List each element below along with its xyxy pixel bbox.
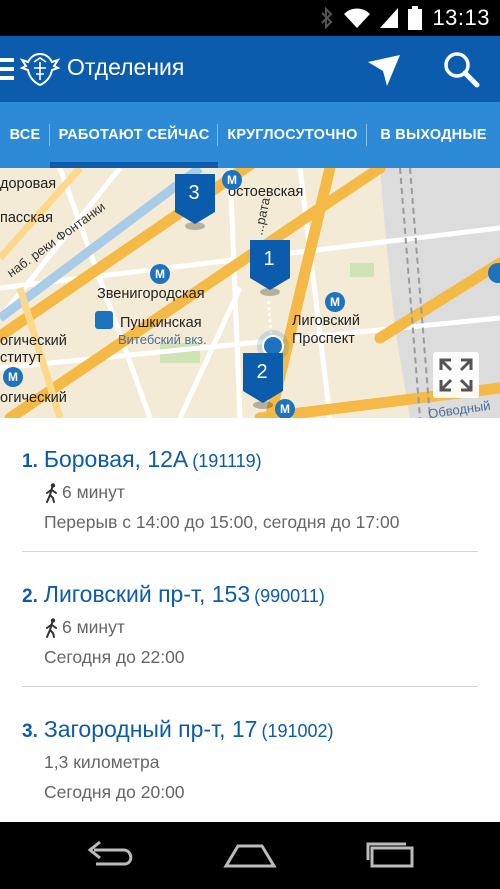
office-number: 3. (22, 721, 38, 742)
office-title: 3. Загородный пр-т, 17 (191002) (22, 716, 478, 743)
page-title: Отделения (67, 54, 185, 80)
office-zip: (191002) (261, 721, 334, 741)
office-distance: 1,3 километра (44, 752, 478, 773)
office-distance: 6 минут (44, 482, 478, 503)
office-distance-text: 6 минут (62, 482, 125, 502)
metro-icon[interactable]: М (150, 264, 170, 284)
home-button[interactable] (220, 836, 280, 876)
recents-button[interactable] (360, 836, 420, 876)
pin-number: 2 (256, 361, 268, 383)
office-address: Лиговский пр-т, 153 (43, 581, 251, 607)
walking-icon (46, 617, 57, 638)
tab-all[interactable]: ВСЕ (0, 102, 50, 168)
office-number: 2. (22, 586, 38, 607)
office-hours: Сегодня до 22:00 (44, 647, 185, 667)
tab-weekends-label: В ВЫХОДНЫЕ (380, 127, 487, 143)
metro-icon[interactable]: М (3, 367, 23, 387)
map-pin-2[interactable]: 2 (243, 353, 285, 411)
tab-all-label: ВСЕ (9, 127, 41, 143)
office-address: Загородный пр-т, 17 (43, 716, 258, 742)
tab-round-the-clock[interactable]: КРУГЛОСУТОЧНО (218, 102, 367, 168)
office-distance: 6 минут (44, 617, 478, 638)
office-address: Боровая, 12А (43, 446, 189, 472)
list-item[interactable]: 3. Загородный пр-т, 17 (191002) 1,3 киломе… (22, 716, 478, 803)
map-label-pushkinskaya: Пушкинская (120, 315, 202, 331)
walking-icon (46, 482, 57, 503)
divider (22, 551, 478, 552)
pin-number: 3 (188, 182, 200, 204)
back-button[interactable] (80, 836, 140, 876)
train-station-icon (95, 311, 113, 329)
tab-round-the-clock-label: КРУГЛОСУТОЧНО (227, 127, 358, 143)
signal-icon (380, 8, 399, 28)
search-icon[interactable] (442, 50, 480, 88)
divider (22, 686, 478, 687)
map-label-tech-2: ститут (0, 350, 43, 366)
office-title: 2. Лиговский пр-т, 153 (990011) (22, 581, 478, 608)
tab-weekends[interactable]: В ВЫХОДНЫЕ (367, 102, 500, 168)
map-label-vitebsky: Витебский вкз. (118, 332, 207, 347)
office-list: 1. Боровая, 12А (191119) 6 минут Перерыв с… (0, 418, 500, 822)
wifi-icon (344, 8, 371, 28)
office-hours: Перерыв с 14:00 до 15:00, сегодня до 17:… (44, 512, 400, 532)
list-item[interactable]: 2. Лиговский пр-т, 153 (990011) 6 минут Се… (22, 581, 478, 668)
map-pin-3[interactable]: 3 (175, 174, 217, 232)
office-hours: Сегодня до 20:00 (44, 782, 185, 802)
metro-icon[interactable]: М (325, 292, 345, 312)
map-label-passkaya: пасская (0, 210, 53, 226)
tab-open-now[interactable]: РАБОТАЮТ СЕЙЧАС (50, 102, 218, 168)
office-zip: (191119) (192, 451, 262, 471)
office-distance-text: 6 минут (62, 617, 125, 637)
office-title: 1. Боровая, 12А (191119) (22, 446, 478, 473)
map-label-prospekt: Проспект (292, 331, 355, 347)
filter-tabs: ВСЕ РАБОТАЮТ СЕЙЧАС КРУГЛОСУТОЧНО В ВЫХО… (0, 102, 500, 168)
app-bar: Отделения (0, 36, 500, 102)
menu-icon[interactable] (0, 58, 14, 80)
map-label-tech-3: огический (0, 390, 67, 406)
location-arrow-icon[interactable] (366, 52, 402, 88)
pin-number: 1 (263, 248, 275, 270)
clock: 13:13 (432, 5, 490, 30)
map-pin-1[interactable]: 1 (250, 240, 292, 298)
map-label-zvenigorodskaya: Звенигородская (97, 286, 205, 302)
map[interactable]: доровая пасская остоевская наб. реки Фон… (0, 168, 500, 418)
metro-icon[interactable]: М (222, 170, 242, 190)
post-logo[interactable] (20, 50, 60, 88)
office-distance-text: 1,3 километра (44, 752, 160, 772)
status-bar: 13:13 (0, 0, 500, 36)
office-number: 1. (22, 451, 38, 472)
map-label-tech-1: огический (0, 333, 67, 349)
expand-icon (439, 358, 473, 392)
map-label-ligovsky: Лиговский (292, 313, 360, 329)
map-label-sadovaya: доровая (0, 176, 57, 192)
bluetooth-icon (321, 7, 333, 29)
fullscreen-button[interactable] (433, 352, 479, 398)
system-nav-bar (0, 822, 500, 889)
tab-open-now-label: РАБОТАЮТ СЕЙЧАС (58, 127, 210, 143)
list-item[interactable]: 1. Боровая, 12А (191119) 6 минут Перерыв с… (22, 446, 478, 533)
office-zip: (990011) (254, 586, 325, 606)
battery-icon (408, 6, 423, 30)
